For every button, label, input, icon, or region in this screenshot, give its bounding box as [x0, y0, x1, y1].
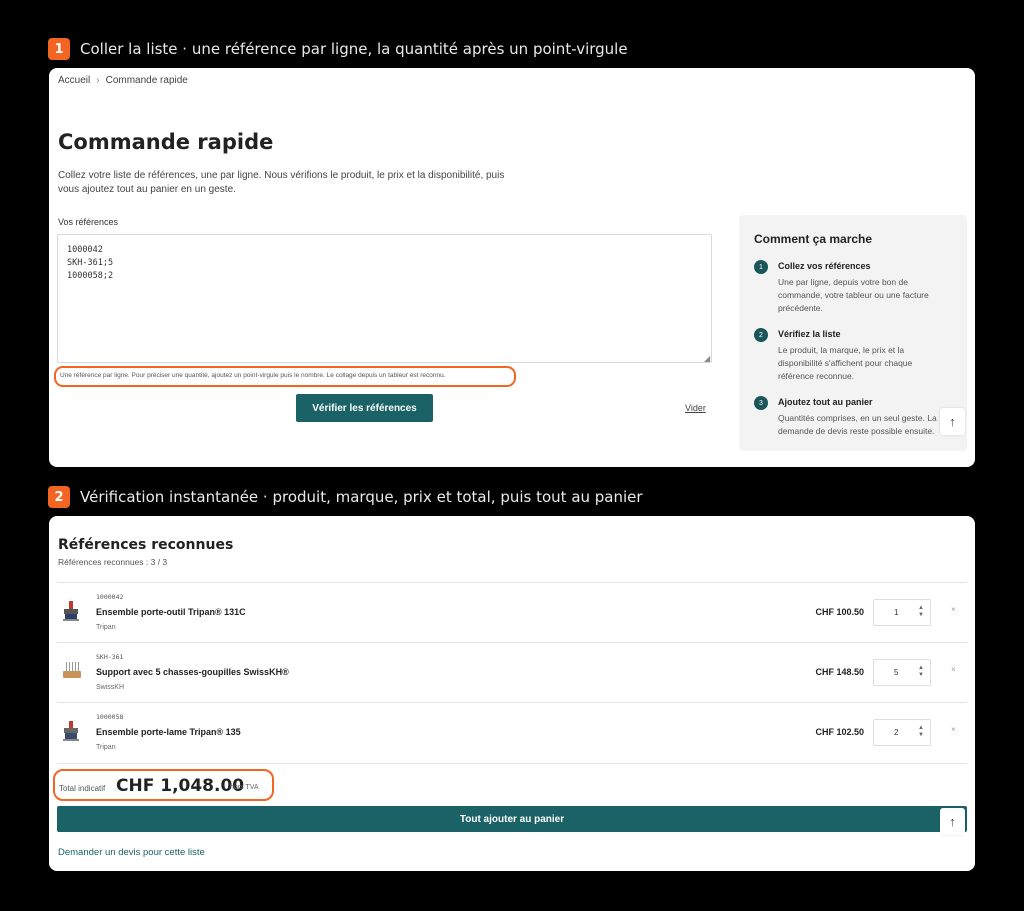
how-it-works-title: Comment ça marche: [754, 232, 873, 246]
scroll-to-top-button[interactable]: ↑: [940, 408, 965, 435]
quick-order-panel: Accueil › Commande rapide Commande rapid…: [49, 68, 975, 467]
how-step-1-number: 1: [754, 260, 768, 274]
product-price: CHF 100.50: [815, 607, 864, 617]
how-step-3-number: 3: [754, 396, 768, 410]
how-step-3-title: Ajoutez tout au panier: [778, 397, 873, 407]
quantity-value: 1: [894, 608, 899, 617]
table-row: 1000042 Ensemble porte-outil Tripan® 131…: [49, 583, 975, 643]
page-title: Commande rapide: [58, 130, 274, 154]
verify-references-button[interactable]: Vérifier les références: [296, 394, 433, 422]
step-2-number: 2: [48, 486, 70, 508]
how-step-3-text: Quantités comprises, en un seul geste. L…: [778, 413, 937, 436]
step-1-header: 1 Coller la liste · une référence par li…: [48, 38, 628, 60]
add-all-to-cart-button[interactable]: Tout ajouter au panier: [57, 806, 967, 832]
product-sku: 1000042: [96, 593, 124, 601]
breadcrumb-home[interactable]: Accueil: [58, 75, 90, 86]
pin-punch-set-icon: [63, 662, 81, 678]
how-it-works-box: Comment ça marche 1 Collez vos référence…: [739, 215, 967, 451]
remove-item-icon[interactable]: ×: [951, 665, 956, 674]
arrow-up-icon: ↑: [949, 814, 956, 829]
spin-arrows-icon[interactable]: ▲ ▼: [918, 665, 924, 679]
total-value: CHF 1,048.00: [116, 776, 245, 796]
how-step-2-text: Le produit, la marque, le prix et la dis…: [778, 345, 913, 381]
product-price: CHF 148.50: [815, 667, 864, 677]
step-2-header: 2 Vérification instantanée · produit, ma…: [48, 486, 643, 508]
product-price: CHF 102.50: [815, 727, 864, 737]
quantity-value: 5: [894, 668, 899, 677]
total-box: Total indicatif CHF 1,048.00 hors TVA: [53, 769, 274, 801]
spin-arrows-icon[interactable]: ▲ ▼: [918, 605, 924, 619]
step-1-number: 1: [48, 38, 70, 60]
request-quote-link[interactable]: Demander un devis pour cette liste: [58, 847, 205, 858]
tool-holder-icon: [63, 601, 79, 621]
references-textarea[interactable]: 1000042 SKH-361;5 1000058;2: [57, 234, 712, 363]
table-row: 1000058 Ensemble porte-lame Tripan® 135 …: [49, 703, 975, 763]
how-step-2-title: Vérifiez la liste: [778, 329, 841, 339]
product-sku: SKH-361: [96, 653, 124, 661]
total-tax-note: hors TVA: [230, 784, 259, 791]
product-brand: Tripan: [96, 744, 116, 751]
quantity-stepper[interactable]: 1 ▲ ▼: [873, 599, 931, 626]
table-row: SKH-361 Support avec 5 chasses-goupilles…: [49, 643, 975, 703]
spin-arrows-icon[interactable]: ▲ ▼: [918, 725, 924, 739]
recognized-title: Références reconnues: [58, 537, 234, 553]
how-step-1-title: Collez vos références: [778, 261, 871, 271]
references-label: Vos références: [58, 217, 119, 227]
remove-item-icon[interactable]: ×: [951, 605, 956, 614]
product-sku: 1000058: [96, 713, 124, 721]
how-step-2-number: 2: [754, 328, 768, 342]
product-name[interactable]: Ensemble porte-outil Tripan® 131C: [96, 607, 246, 617]
product-name[interactable]: Support avec 5 chasses-goupilles SwissKH…: [96, 667, 289, 677]
how-step-1-text: Une par ligne, depuis votre bon de comma…: [778, 277, 929, 313]
product-brand: Tripan: [96, 624, 116, 631]
divider: [57, 763, 967, 764]
product-brand: SwissKH: [96, 684, 125, 691]
arrow-up-icon: ↑: [949, 414, 956, 429]
breadcrumb: Accueil › Commande rapide: [58, 75, 188, 86]
step-2-caption: Vérification instantanée · produit, marq…: [80, 488, 643, 506]
blade-holder-icon: [63, 721, 79, 741]
product-name[interactable]: Ensemble porte-lame Tripan® 135: [96, 727, 241, 737]
references-hint: Une référence par ligne. Pour préciser u…: [54, 366, 516, 387]
clear-link[interactable]: Vider: [685, 403, 706, 413]
breadcrumb-current: Commande rapide: [105, 75, 188, 86]
resize-grip-icon[interactable]: ◢: [704, 354, 710, 363]
remove-item-icon[interactable]: ×: [951, 725, 956, 734]
page-intro: Collez votre liste de références, une pa…: [58, 170, 505, 195]
step-1-caption: Coller la liste · une référence par lign…: [80, 40, 628, 58]
recognized-references-panel: Références reconnues Références reconnue…: [49, 516, 975, 871]
recognized-count: Références reconnues : 3 / 3: [58, 557, 168, 567]
scroll-to-top-button[interactable]: ↑: [940, 808, 965, 835]
quantity-stepper[interactable]: 5 ▲ ▼: [873, 659, 931, 686]
breadcrumb-separator: ›: [96, 75, 100, 86]
total-label: Total indicatif: [59, 784, 106, 793]
quantity-stepper[interactable]: 2 ▲ ▼: [873, 719, 931, 746]
quantity-value: 2: [894, 728, 899, 737]
